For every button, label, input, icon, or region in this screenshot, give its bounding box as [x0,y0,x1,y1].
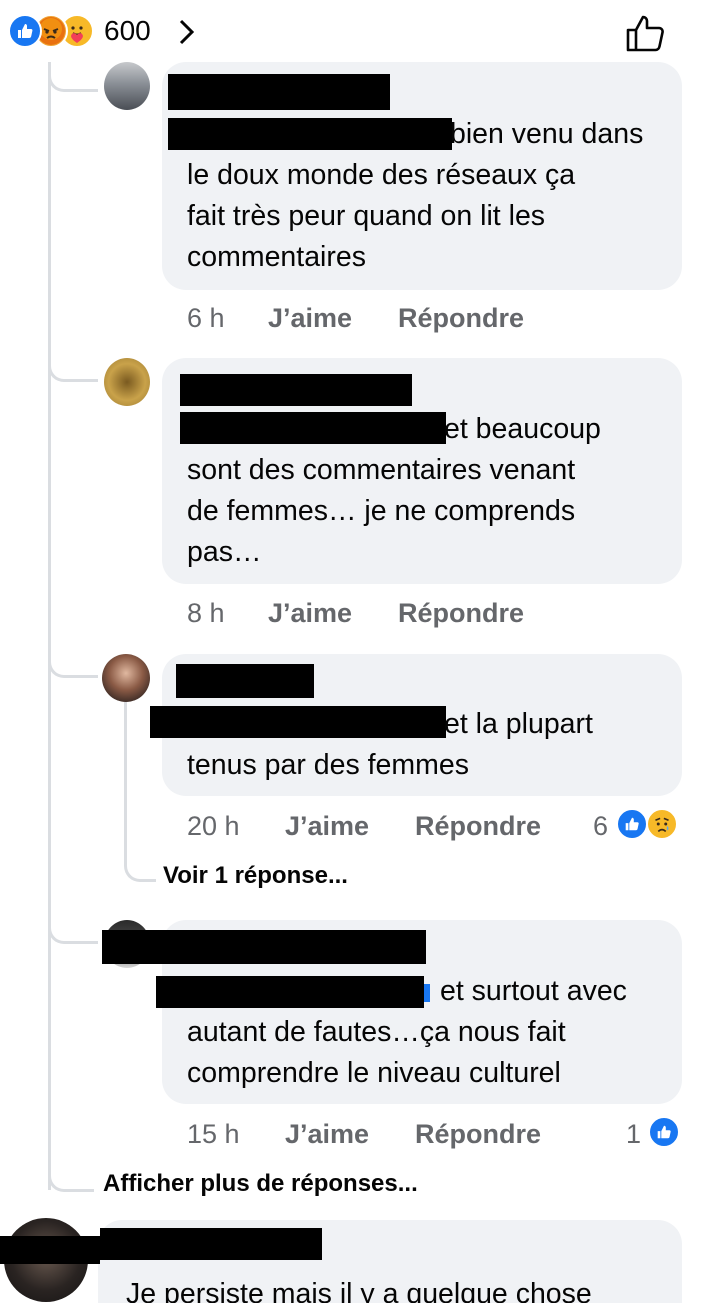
reaction-count[interactable]: 6 [593,811,608,842]
like-button[interactable]: J’aime [268,598,352,629]
avatar[interactable] [104,358,150,406]
redacted-name [102,930,426,964]
verified-mark [424,984,430,1002]
comment-text: fait très peur quand on lit les [187,200,546,232]
comment-time: 20 h [187,811,240,841]
thread-connector [48,62,98,92]
view-replies-link[interactable]: Voir 1 réponse... [163,862,348,890]
comment-text: et beaucoup [444,413,601,445]
redacted-text [168,118,452,150]
reply-button[interactable]: Répondre [398,598,524,629]
comment-text: et surtout avec [440,975,627,1007]
reply-button[interactable]: Répondre [398,303,524,334]
comment-text: et la plupart [444,708,593,740]
comment-text: bien venu dans [450,118,644,150]
comment-time: 15 h [187,1119,240,1149]
redacted-name [0,1236,100,1264]
comment-text: le doux monde des réseaux ça [187,159,576,191]
chevron-right-icon[interactable] [178,18,196,46]
avatar[interactable] [102,654,150,702]
comment-text: Je persiste mais il y a quelque chose [126,1278,592,1303]
redacted-text [150,706,446,738]
thread-line [48,66,51,1190]
like-icon [616,808,648,840]
redacted-name [176,664,314,698]
comment-text: pas… [187,536,262,568]
thread-connector [48,352,98,382]
reaction-count: 600 [104,15,151,46]
thread-connector [48,648,98,678]
like-button[interactable]: J’aime [285,811,369,842]
more-replies-link[interactable]: Afficher plus de réponses... [103,1170,418,1198]
like-icon [8,14,42,48]
like-button[interactable]: J’aime [268,303,352,334]
redacted-text [180,412,446,444]
redacted-name [100,1228,322,1260]
comment-text: commentaires [187,241,366,273]
like-icon [648,1116,680,1148]
comment-time: 8 h [187,598,225,628]
reaction-count[interactable]: 1 [626,1119,641,1150]
thread-connector [48,1160,94,1192]
redacted-name [180,374,412,406]
reply-button[interactable]: Répondre [415,1119,541,1150]
sad-icon [646,808,678,840]
comment-text: autant de fautes…ça nous fait [187,1016,566,1048]
reply-button[interactable]: Répondre [415,811,541,842]
comment-time: 6 h [187,303,225,333]
thread-connector [48,914,98,944]
redacted-name [168,74,390,110]
comment-text: tenus par des femmes [187,749,469,781]
reactions-header: 600 [0,0,706,66]
like-button[interactable]: J’aime [285,1119,369,1150]
comment-text: sont des commentaires venant [187,454,576,486]
comment-text: comprendre le niveau culturel [187,1057,561,1089]
reaction-summary[interactable]: 600 [8,13,151,49]
redacted-text [156,976,424,1008]
avatar[interactable] [104,62,150,110]
thumbs-up-icon[interactable] [624,12,668,54]
comment-text: de femmes… je ne comprends [187,495,576,527]
